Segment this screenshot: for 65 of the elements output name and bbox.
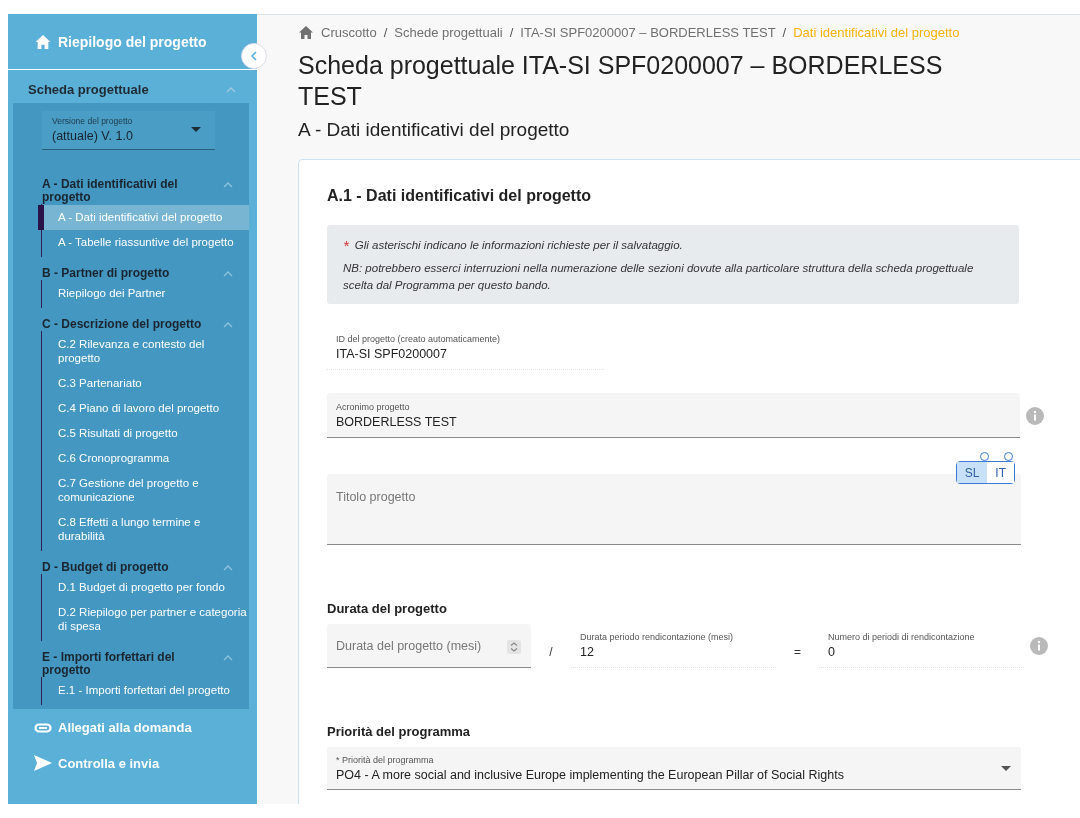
notice-text: NB: potrebbero esserci interruzioni nella numerazione delle sezioni dovute alla particolare struttura della scheda progettuale scelta dal Programma per questo bando. <box>343 261 975 293</box>
breadcrumb-link[interactable]: Cruscotto <box>321 25 377 40</box>
breadcrumb-separator: / <box>782 25 787 40</box>
nav-item[interactable]: D.2 Riepilogo per partner e categoria di spesa <box>38 600 249 639</box>
nav-item[interactable]: D.1 Budget di progetto per fondo <box>38 575 249 600</box>
group-title[interactable]: C - Descrizione del progetto <box>42 318 202 331</box>
nav-item[interactable]: Riepilogo dei Partner <box>38 281 249 306</box>
field-value: BORDERLESS TEST <box>336 415 458 429</box>
nav-item[interactable]: A - Tabelle riassuntive del progetto <box>38 230 249 255</box>
field-value: ITA-SI SPF0200007 <box>336 347 448 361</box>
nav-item[interactable]: E.1 - Importi forfettari del progetto <box>38 678 249 703</box>
field-value: 12 <box>580 645 595 659</box>
collapse-button[interactable] <box>241 43 267 69</box>
breadcrumb-separator: / <box>383 25 388 40</box>
nav-item[interactable]: C.6 Cronoprogramma <box>38 446 249 471</box>
section-title[interactable]: Scheda progettuale <box>28 82 149 97</box>
group-title[interactable]: B - Partner di progetto <box>42 267 170 280</box>
send-icon <box>34 755 52 771</box>
breadcrumb-separator: / <box>509 25 514 40</box>
operator-sign: = <box>793 645 802 659</box>
dropdown-caret-icon <box>191 127 201 132</box>
info-icon <box>1026 406 1044 425</box>
nav-item[interactable]: C.7 Gestione del progetto e comunicazione <box>38 471 249 510</box>
sidebar-link[interactable]: Riepilogo del progetto <box>34 33 207 50</box>
nav-item[interactable]: C.4 Piano di lavoro del progetto <box>38 396 249 421</box>
operator-sign: / <box>548 645 554 659</box>
dropdown-caret-icon <box>1001 766 1011 771</box>
sidebar-link[interactable]: Allegati alla domanda <box>8 711 257 744</box>
nav-item[interactable]: C.2 Rilevanza e contesto del progetto <box>38 332 249 371</box>
notice-text: Gli asterischi indicano le informazioni richieste per il salvataggio. <box>354 238 683 253</box>
number-field[interactable]: Durata del progetto (mesi) <box>327 624 531 668</box>
group-title[interactable]: A - Dati identificativi del progetto <box>42 178 222 204</box>
subsection-heading: Priorità del programma <box>327 724 472 739</box>
version-select[interactable]: Versione del progetto (attuale) V. 1.0 <box>42 111 215 150</box>
priority-select[interactable]: * Priorità del programma PO4 - A more social and inclusive Europe implementing the European Pillar of Social Rights <box>327 747 1021 790</box>
field-label: * Priorità del programma <box>336 755 435 765</box>
group-title[interactable]: E - Importi forfettari del progetto <box>42 651 222 677</box>
chevron-left-icon <box>250 51 258 61</box>
field-label: Durata periodo rendicontazione (mesi) <box>580 632 735 642</box>
text-field[interactable]: Acronimo progetto BORDERLESS TEST <box>327 393 1020 438</box>
breadcrumb-link[interactable]: Dati identificativi del progetto <box>793 25 960 40</box>
select-label: Versione del progetto <box>52 116 133 126</box>
section-heading: A.1 - Dati identificativi del progetto <box>327 187 593 205</box>
page-title: Scheda progettuale ITA-SI SPF0200007 – BORDERLESS TEST <box>298 50 944 112</box>
subsection-heading: Durata del progetto <box>327 601 448 616</box>
field-label: Acronimo progetto <box>336 402 411 412</box>
home-icon <box>34 33 52 50</box>
field-label: ID del progetto (creato automaticamente) <box>336 334 502 344</box>
nav-item[interactable]: C.8 Effetti a lungo termine e durabilità <box>38 510 249 549</box>
breadcrumb-link[interactable]: Schede progettuali <box>394 25 503 40</box>
sidebar-link[interactable]: Controlla e invia <box>8 746 257 780</box>
nav-item[interactable]: C.3 Partenariato <box>38 371 249 396</box>
nav-item[interactable]: C.5 Risultati di progetto <box>38 421 249 446</box>
page-subtitle: A - Dati identificativi del progetto <box>298 119 571 141</box>
field-label: Numero di periodi di rendicontazione <box>828 632 976 642</box>
breadcrumb-link[interactable]: ITA-SI SPF0200007 – BORDERLESS TEST <box>520 25 776 40</box>
required-mark: * <box>343 237 349 254</box>
home-icon <box>298 25 314 40</box>
info-icon <box>1030 637 1048 655</box>
nav-item[interactable]: A - Dati identificativi del progetto <box>38 205 249 230</box>
group-title[interactable]: D - Budget di progetto <box>42 561 169 574</box>
select-value: (attuale) V. 1.0 <box>52 129 133 143</box>
field-value: 0 <box>828 645 836 659</box>
stepper-icon <box>507 640 521 654</box>
field-value: PO4 - A more social and inclusive Europe implementing the European Pillar of Social Rights <box>336 768 844 782</box>
